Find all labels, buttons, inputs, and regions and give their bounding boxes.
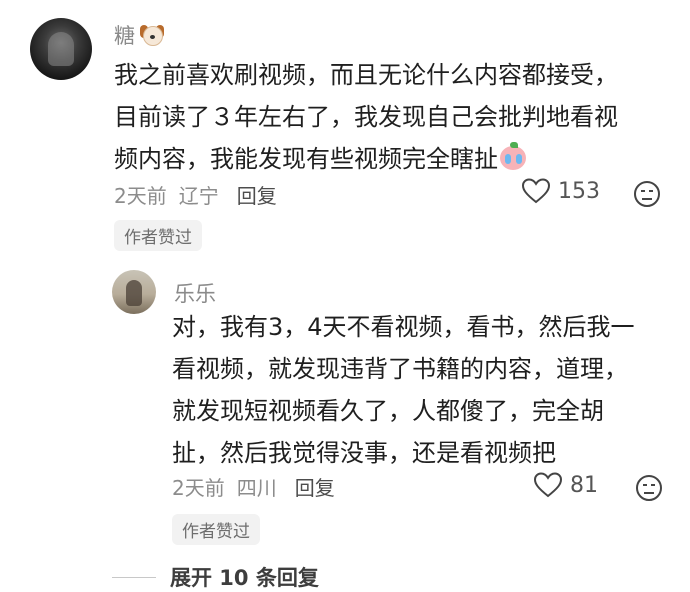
comment-text: 我之前喜欢刷视频，而且无论什么内容都接受， 目前读了３年左右了，我发现自己会批判… [114, 54, 674, 180]
comment-location: 辽宁 [178, 184, 219, 208]
reply-line: 就发现短视频看久了，人都傻了，完全胡 [172, 397, 604, 425]
reply-line: 看视频，就发现违背了书籍的内容，道理， [172, 355, 628, 383]
reply-reply-button[interactable]: 回复 [295, 476, 335, 500]
reply-like-button[interactable]: 81 [534, 472, 598, 498]
divider [112, 576, 156, 578]
reply-line: 对，我有3，4天不看视频，看书，然后我一 [172, 313, 635, 341]
reply-time: 2天前 [172, 476, 225, 500]
reply-like-count: 81 [570, 472, 598, 498]
dislike-face-icon[interactable] [635, 474, 663, 502]
reply-author[interactable]: 乐乐 [174, 278, 216, 308]
comment-author[interactable]: 糖 [114, 20, 165, 50]
comment-line: 我之前喜欢刷视频，而且无论什么内容都接受， [114, 61, 618, 89]
like-count: 153 [558, 178, 600, 204]
heart-icon [522, 178, 550, 204]
reply-button[interactable]: 回复 [237, 184, 277, 208]
author-name: 糖 [114, 24, 135, 48]
dislike-face-icon[interactable] [633, 180, 661, 208]
heart-icon [534, 472, 562, 498]
comment-line: 频内容，我能发现有些视频完全瞎扯 [114, 138, 674, 180]
reply-line: 扯，然后我觉得没事，还是看视频把 [172, 439, 556, 467]
author-liked-badge: 作者赞过 [114, 220, 202, 251]
reply-text: 对，我有3，4天不看视频，看书，然后我一 看视频，就发现违背了书籍的内容，道理，… [172, 306, 672, 474]
comment-time: 2天前 [114, 184, 167, 208]
expand-replies-button[interactable]: 展开 10 条回复 [112, 562, 319, 592]
expand-replies-label: 展开 10 条回复 [170, 566, 319, 590]
crying-emoji-icon [498, 142, 528, 172]
comment-line: 目前读了３年左右了，我发现自己会批判地看视 [114, 103, 618, 131]
avatar[interactable] [30, 18, 92, 80]
reply-meta: 2天前 四川 回复 [172, 472, 335, 501]
reply-author-liked-badge: 作者赞过 [172, 514, 260, 545]
like-button[interactable]: 153 [522, 178, 600, 204]
dog-emoji-icon [139, 23, 165, 47]
reply-avatar[interactable] [112, 270, 156, 314]
reply-location: 四川 [236, 476, 277, 500]
comment-meta: 2天前 辽宁 回复 [114, 180, 277, 209]
